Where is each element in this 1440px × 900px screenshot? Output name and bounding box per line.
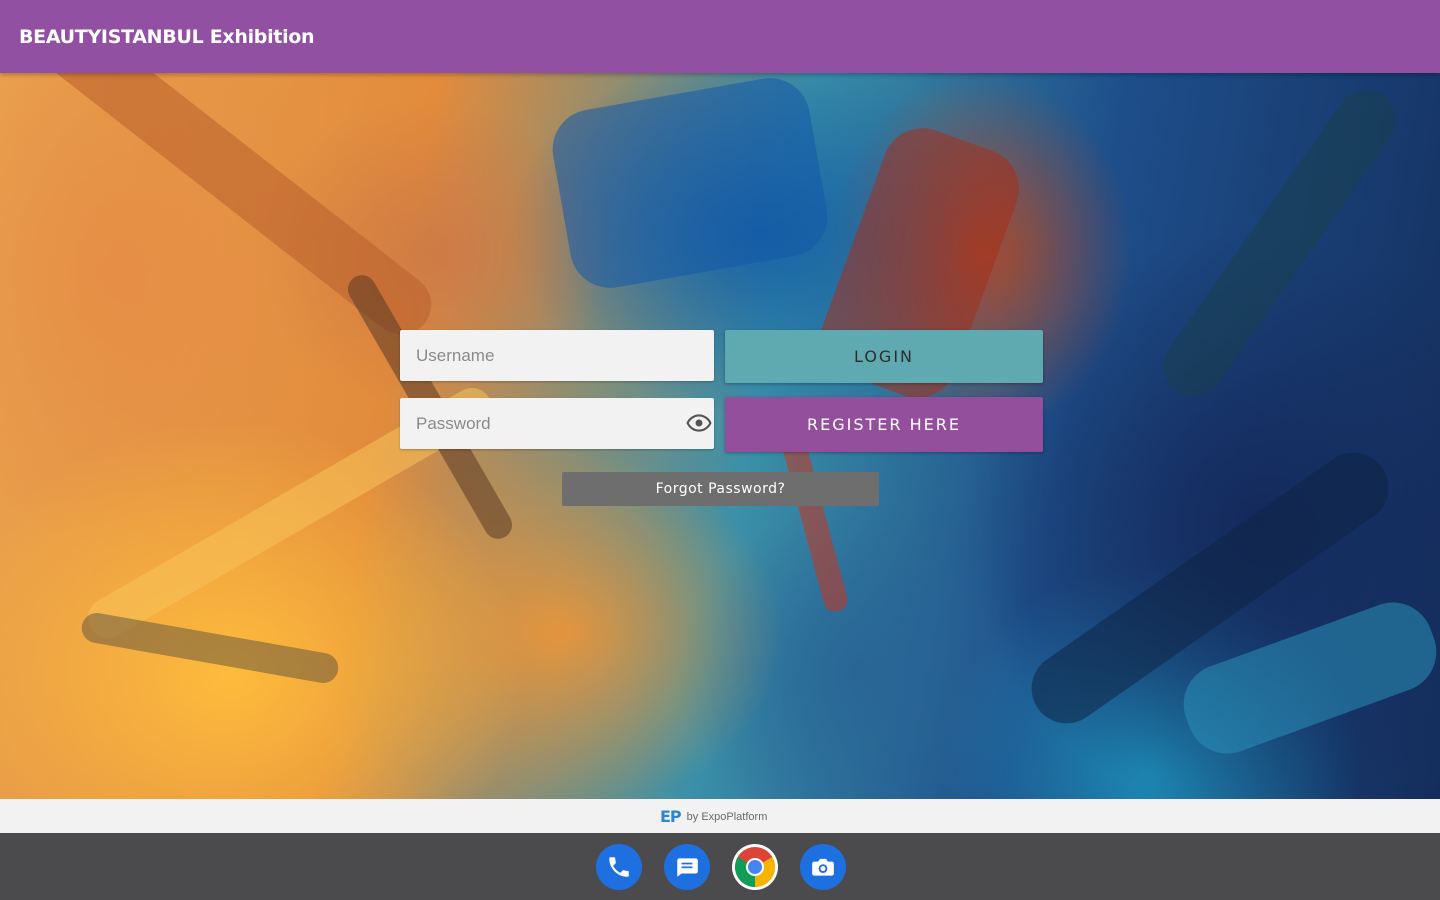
dock-app-camera[interactable]: [800, 844, 846, 890]
app-dock: [596, 844, 846, 890]
login-form: LOGIN REGISTER HERE Forgot Password?: [400, 330, 1044, 510]
footer: EP by ExpoPlatform: [0, 799, 1440, 833]
dock-app-chrome[interactable]: [732, 844, 778, 890]
dock-app-messages[interactable]: [664, 844, 710, 890]
app-bar: BEAUTYISTANBUL Exhibition: [0, 0, 1440, 73]
taskbar: [0, 833, 1440, 900]
password-field[interactable]: [400, 398, 714, 449]
forgot-password-button[interactable]: Forgot Password?: [562, 472, 879, 506]
username-input[interactable]: [400, 330, 676, 381]
powered-by-text: by ExpoPlatform: [686, 810, 768, 823]
paint-stroke: [546, 73, 834, 295]
username-field[interactable]: [400, 330, 714, 381]
expoplatform-logo: EP: [660, 807, 682, 826]
powered-by: EP by ExpoPlatform: [660, 807, 767, 826]
paint-stroke: [79, 610, 341, 686]
chrome-icon: [735, 847, 775, 887]
login-button[interactable]: LOGIN: [725, 330, 1043, 383]
register-button[interactable]: REGISTER HERE: [725, 397, 1043, 452]
camera-icon: [812, 858, 834, 876]
eye-icon[interactable]: [686, 410, 712, 436]
password-input[interactable]: [400, 398, 676, 449]
dock-app-phone[interactable]: [596, 844, 642, 890]
phone-icon: [609, 857, 629, 877]
paint-stroke: [1152, 78, 1408, 408]
app-title: BEAUTYISTANBUL Exhibition: [19, 26, 315, 48]
messages-icon: [677, 858, 698, 877]
